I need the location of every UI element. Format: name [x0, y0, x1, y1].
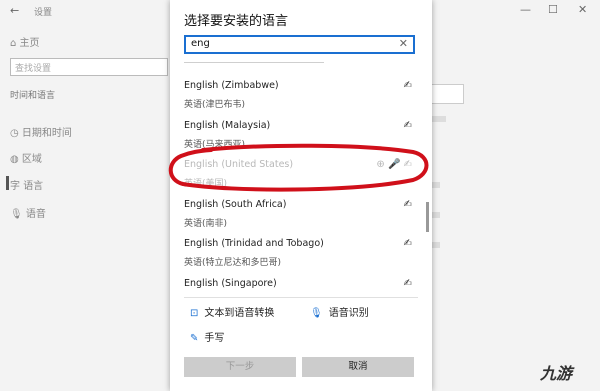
language-native-name: 英语(津巴布韦) — [184, 100, 246, 110]
handwriting-feature-icon: ✍ — [403, 80, 412, 91]
language-name: English (Zimbabwe) — [184, 80, 279, 91]
handwriting-feature-icon: ✍ — [403, 199, 412, 210]
handwriting-feature-icon: ✍ — [403, 120, 412, 131]
pen-icon: ✎ — [190, 333, 199, 344]
background-text-fragment — [432, 212, 440, 218]
section-title: 时间和语言 — [10, 91, 56, 101]
cancel-button[interactable]: 取消 — [302, 357, 414, 377]
handwriting-feature-icon: ✍ — [403, 278, 412, 289]
nav-label: 日期和时间 — [21, 128, 72, 139]
language-item-singapore[interactable]: English (Singapore) ✍ — [170, 278, 432, 294]
choose-language-dialog: 选择要安装的语言 eng ✕ English (Zimbabwe) 英语(津巴布… — [170, 0, 432, 391]
speech-bubble-icon: ⊡ — [190, 308, 199, 319]
nav-label: 语言 — [23, 181, 44, 192]
microphone-icon: 🎙 — [310, 308, 323, 319]
language-item-south-africa[interactable]: English (South Africa) 英语(南非) ✍ — [170, 199, 432, 237]
watermark-text: 九游 — [540, 364, 573, 383]
feature-label: 手写 — [204, 333, 225, 344]
language-name: English (Malaysia) — [184, 120, 271, 131]
background-text-fragment — [432, 182, 440, 188]
back-arrow-icon[interactable]: ← — [10, 4, 19, 17]
background-text-fragment — [432, 116, 446, 122]
dialog-title: 选择要安装的语言 — [184, 14, 289, 29]
settings-search-input[interactable]: 查找设置 — [10, 58, 168, 76]
nav-label: 语音 — [25, 209, 46, 220]
background-dropdown[interactable] — [430, 84, 464, 104]
home-icon: ⌂ — [10, 38, 17, 49]
language-native-name: 英语(特立尼达和多巴哥) — [184, 258, 282, 268]
language-search-input[interactable]: eng ✕ — [184, 35, 415, 54]
language-item-zimbabwe[interactable]: English (Zimbabwe) 英语(津巴布韦) ✍ — [170, 80, 432, 118]
language-native-name: 英语(南非) — [184, 219, 228, 229]
feature-label: 文本到语音转换 — [204, 308, 275, 319]
nav-label: 区域 — [21, 154, 42, 165]
minimize-icon[interactable]: — — [520, 3, 531, 16]
app-title: 设置 — [34, 8, 53, 18]
feature-label: 语音识别 — [328, 308, 369, 319]
maximize-icon[interactable]: ☐ — [548, 3, 558, 16]
feature-speech-recognition: 🎙 语音识别 — [310, 304, 369, 319]
language-name: English (Trinidad and Tobago) — [184, 238, 324, 249]
home-label: 主页 — [19, 38, 40, 49]
handwriting-feature-icon: ✍ — [403, 238, 412, 249]
mic-icon: 🎙 — [10, 209, 23, 220]
globe-icon: ◍ — [10, 154, 19, 165]
settings-search-placeholder: 查找设置 — [15, 64, 52, 74]
nav-item-date-time[interactable]: ◷ 日期和时间 — [10, 124, 72, 139]
feature-handwriting: ✎ 手写 — [190, 329, 224, 344]
selected-indicator — [6, 176, 9, 190]
home-nav[interactable]: ⌂ 主页 — [10, 34, 40, 49]
language-icon: 字 — [10, 181, 20, 192]
language-name: English (Singapore) — [184, 278, 277, 289]
list-divider — [184, 62, 324, 63]
nav-item-region[interactable]: ◍ 区域 — [10, 150, 42, 165]
language-item-trinidad-tobago[interactable]: English (Trinidad and Tobago) 英语(特立尼达和多巴… — [170, 238, 432, 276]
red-highlight-oval — [168, 143, 429, 192]
search-value: eng — [191, 38, 210, 49]
next-button[interactable]: 下一步 — [184, 357, 296, 377]
watermark-logo: 九游 — [540, 360, 572, 384]
language-name: English (South Africa) — [184, 199, 287, 210]
clock-icon: ◷ — [10, 128, 19, 139]
features-divider — [184, 297, 418, 298]
nav-item-speech[interactable]: 🎙 语音 — [10, 205, 46, 220]
feature-text-to-speech: ⊡ 文本到语音转换 — [190, 304, 274, 319]
list-scrollbar[interactable] — [426, 202, 429, 232]
close-icon[interactable]: ✕ — [578, 3, 587, 16]
clear-icon[interactable]: ✕ — [399, 37, 408, 50]
nav-item-language[interactable]: 字 语言 — [10, 177, 43, 192]
background-text-fragment — [432, 242, 440, 248]
